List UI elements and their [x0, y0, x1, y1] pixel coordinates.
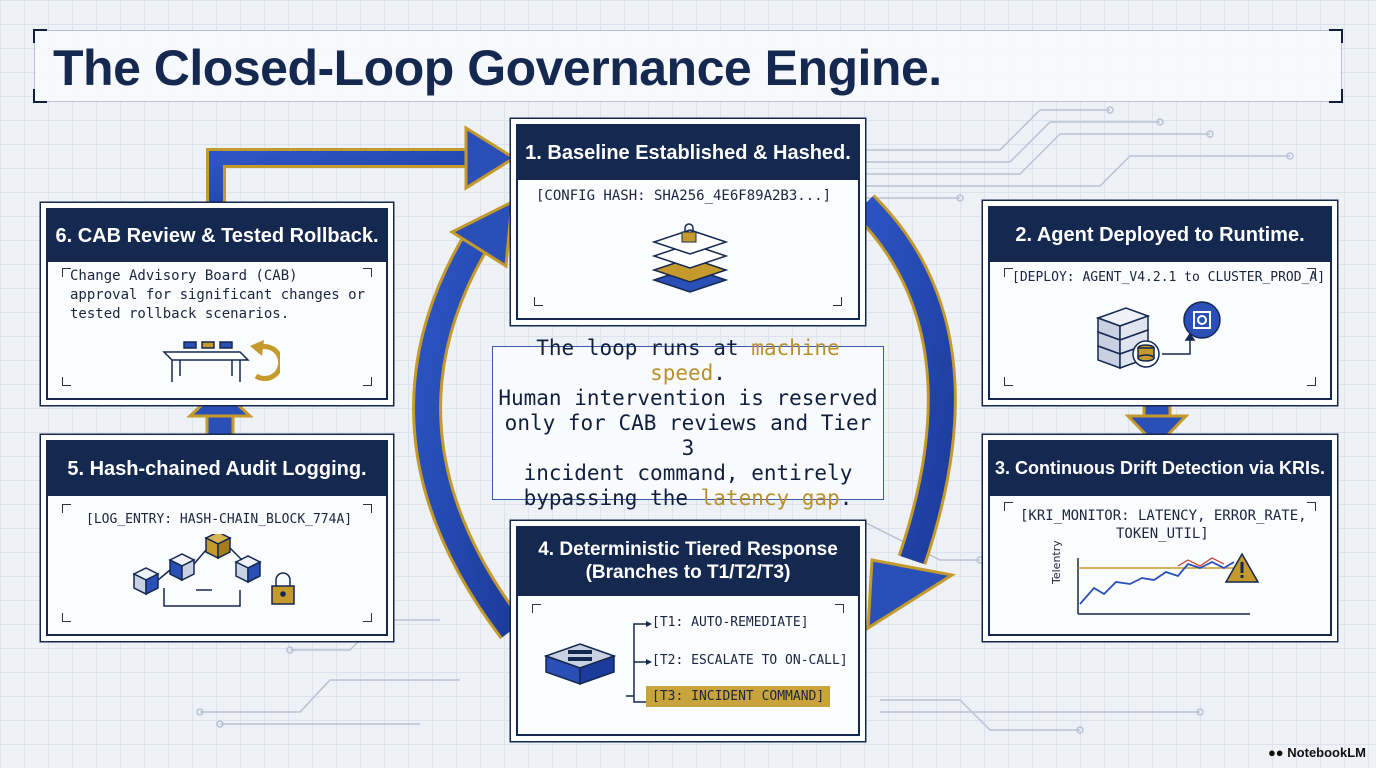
step-3-heading: 3. Continuous Drift Detection via KRIs.	[990, 442, 1330, 496]
warning-icon	[1224, 552, 1260, 583]
step-1-code: [CONFIG HASH: SHA256_4E6F89A2B3...]	[536, 188, 832, 204]
step-4-card: 4. Deterministic Tiered Response (Branch…	[516, 526, 860, 736]
step-1-card: 1. Baseline Established & Hashed. [CONFI…	[516, 124, 860, 320]
page-title: The Closed-Loop Governance Engine.	[53, 40, 942, 96]
center-line-5-b: .	[839, 485, 853, 510]
step-3-code-line-2: TOKEN_UTIL]	[1116, 526, 1209, 542]
brand-watermark: ●● NotebookLM	[1268, 745, 1366, 760]
step-6-card: 6. CAB Review & Tested Rollback. Change …	[46, 208, 388, 400]
title-banner: The Closed-Loop Governance Engine.	[33, 29, 1343, 103]
step-2-code: [DEPLOY: AGENT_V4.2.1 to CLUSTER_PROD_A]	[1012, 270, 1326, 285]
step-4-heading-line-1: 4. Deterministic Tiered Response	[538, 539, 838, 561]
center-note: The loop runs at machine speed. Human in…	[492, 336, 884, 510]
step-4-heading: 4. Deterministic Tiered Response (Branch…	[518, 528, 858, 596]
brand-label: NotebookLM	[1287, 745, 1366, 760]
branch-connectors	[626, 621, 652, 705]
step-3-card: 3. Continuous Drift Detection via KRIs. …	[988, 440, 1332, 636]
center-line-1-b: .	[713, 360, 726, 385]
step-3-code-line-1: [KRI_MONITOR: LATENCY, ERROR_RATE,	[1020, 508, 1307, 524]
step-5-heading: 5. Hash-chained Audit Logging.	[48, 442, 386, 496]
step-5-code: [LOG_ENTRY: HASH-CHAIN_BLOCK_774A]	[86, 512, 353, 527]
step-4-heading-line-2: (Branches to T1/T2/T3)	[585, 562, 791, 583]
step-6-line-1: Change Advisory Board (CAB)	[70, 268, 298, 284]
branch-t1: [T1: AUTO-REMEDIATE]	[652, 615, 809, 630]
center-line-4: incident command, entirely	[523, 460, 853, 485]
center-line-1-a: The loop runs at	[536, 335, 752, 360]
locked-stacked-layers-icon	[651, 223, 729, 293]
brand-logo-icon: ●●	[1267, 745, 1284, 760]
step-6-line-3: tested rollback scenarios.	[70, 306, 290, 322]
center-line-2: Human intervention is reserved	[498, 385, 878, 410]
step-1-heading: 1. Baseline Established & Hashed.	[518, 126, 858, 180]
step-6-heading: 6. CAB Review & Tested Rollback.	[48, 210, 386, 262]
server-database-icon	[1095, 301, 1221, 370]
arrow-6-to-1	[206, 125, 517, 208]
center-line-5-a: bypassing the	[523, 485, 701, 510]
step-5-card: 5. Hash-chained Audit Logging. [LOG_ENTR…	[46, 440, 388, 636]
step-2-heading: 2. Agent Deployed to Runtime.	[990, 208, 1330, 262]
center-highlight-latency-gap: latency gap	[700, 485, 840, 510]
chart-axis-label: Telentry	[1050, 540, 1063, 584]
branch-t3: [T3: INCIDENT COMMAND]	[646, 686, 831, 707]
step-2-card: 2. Agent Deployed to Runtime. [DEPLOY: A…	[988, 206, 1332, 400]
server-icon	[544, 643, 616, 686]
center-line-3: only for CAB reviews and Tier 3	[504, 410, 872, 460]
branch-t2: [T2: ESCALATE TO ON-CALL]	[652, 653, 848, 668]
rollback-table-icon	[162, 340, 280, 382]
step-6-line-2: approval for significant changes or	[70, 287, 366, 303]
hash-chain-blocks-icon	[132, 534, 295, 607]
